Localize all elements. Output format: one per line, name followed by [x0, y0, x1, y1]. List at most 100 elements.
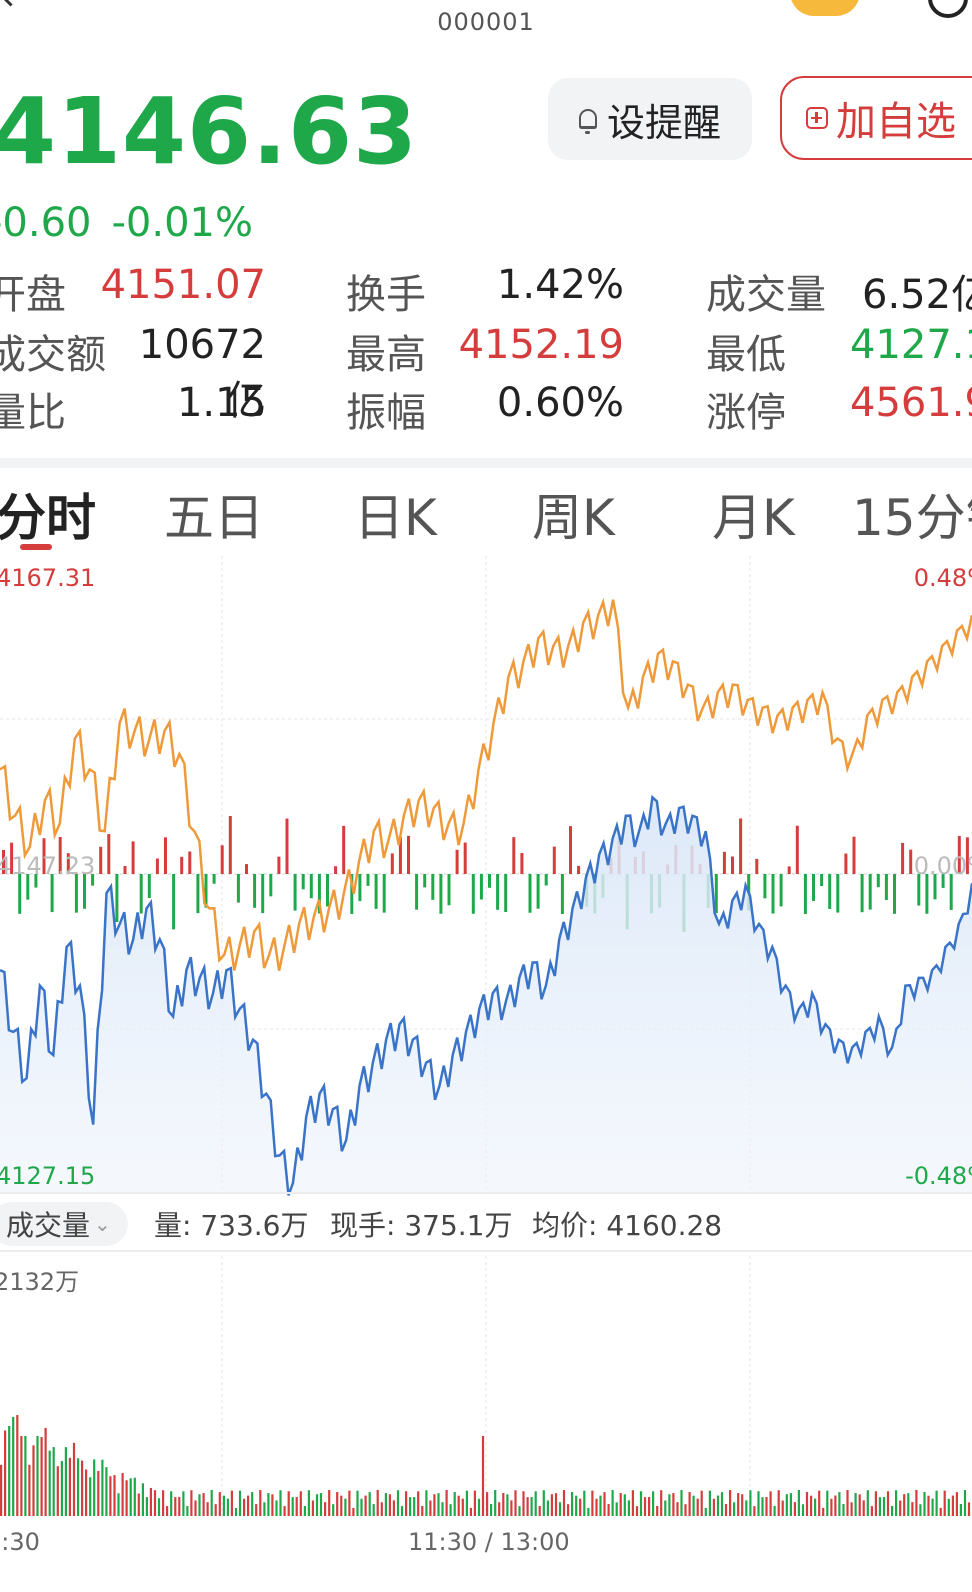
- indicator-selector[interactable]: 成交量 ⌄: [0, 1202, 128, 1246]
- volume-bar: [923, 1492, 926, 1516]
- volume-value: 量: 733.6万: [154, 1209, 309, 1242]
- mid-volume-bar: [901, 842, 905, 874]
- volume-bar: [145, 1497, 148, 1516]
- volume-bar: [429, 1500, 432, 1516]
- volume-bar: [805, 1492, 809, 1516]
- mid-volume-bar: [560, 874, 564, 914]
- volume-bar: [16, 1415, 19, 1516]
- volume-bar: [648, 1497, 651, 1516]
- volume-bar: [388, 1494, 391, 1516]
- mid-volume-bar: [577, 865, 581, 874]
- mid-volume-bar: [164, 837, 167, 874]
- volume-bar: [81, 1460, 84, 1516]
- volume-bar: [481, 1436, 485, 1516]
- volume-bar: [874, 1491, 877, 1516]
- pct-max-label: 0.48%: [913, 564, 972, 592]
- mid-volume-bar: [779, 874, 783, 907]
- volume-bar: [271, 1494, 274, 1516]
- mid-volume-bar: [415, 874, 419, 910]
- volume-bar: [109, 1476, 112, 1516]
- mid-volume-bar: [180, 856, 184, 874]
- volume-bar: [166, 1506, 169, 1516]
- back-icon[interactable]: [0, 0, 23, 7]
- volume-bar: [344, 1498, 347, 1516]
- stat-label: 开盘: [0, 272, 66, 318]
- mid-volume-bar: [155, 858, 159, 874]
- volume-bar: [911, 1502, 914, 1516]
- tab-15min[interactable]: 15分钟: [852, 478, 972, 550]
- volume-bar: [396, 1490, 400, 1516]
- volume-bar: [433, 1494, 436, 1516]
- time-mid-label: 11:30 / 13:00: [408, 1528, 570, 1556]
- mid-volume-bar: [301, 874, 305, 890]
- tab-five-day[interactable]: 五日: [164, 478, 264, 550]
- change-percent: -0.01%: [111, 200, 254, 246]
- volume-bar: [12, 1416, 15, 1516]
- volume-bar: [789, 1493, 792, 1516]
- mid-volume-bar: [285, 818, 289, 874]
- volume-bar: [765, 1497, 768, 1516]
- stat-value: 4561.95: [850, 380, 972, 426]
- stat-label: 换手: [346, 272, 426, 318]
- volume-bar: [186, 1506, 189, 1516]
- mid-volume-bar: [107, 834, 111, 874]
- volume-bar: [931, 1498, 934, 1516]
- tab-daily-k[interactable]: 日K: [354, 478, 437, 550]
- time-start-label: 9:30: [0, 1528, 40, 1556]
- mid-volume-bar: [528, 874, 532, 913]
- volume-bar: [405, 1491, 408, 1516]
- volume-bar: [733, 1502, 736, 1516]
- volume-bar: [822, 1507, 825, 1516]
- indicator-label: 成交量: [6, 1209, 91, 1242]
- tab-weekly-k[interactable]: 周K: [532, 478, 615, 550]
- volume-bar: [417, 1491, 420, 1516]
- mid-volume-bar: [439, 874, 443, 914]
- tab-intraday[interactable]: 分时: [0, 478, 96, 550]
- add-watchlist-button[interactable]: 加自选: [780, 76, 972, 160]
- volume-bar: [538, 1505, 541, 1516]
- tab-monthly-k[interactable]: 月K: [712, 478, 795, 550]
- volume-bar: [830, 1498, 833, 1516]
- volume-bar: [283, 1506, 286, 1516]
- volume-bar: [48, 1450, 51, 1516]
- volume-bar: [741, 1494, 744, 1516]
- volume-bar: [907, 1493, 910, 1516]
- volume-bar: [801, 1504, 805, 1516]
- volume-bar: [534, 1491, 537, 1516]
- volume-bar: [413, 1497, 416, 1516]
- volume-bar: [882, 1497, 886, 1516]
- volume-bar: [105, 1467, 108, 1516]
- volume-bar: [243, 1498, 246, 1516]
- volume-chart[interactable]: [0, 1256, 972, 1522]
- mid-volume-bar: [860, 874, 864, 913]
- volume-bar: [202, 1493, 205, 1516]
- set-alert-button[interactable]: 设提醒: [548, 78, 752, 160]
- volume-bar: [591, 1490, 594, 1516]
- volume-bar: [619, 1493, 622, 1516]
- volume-bar: [210, 1490, 213, 1516]
- mid-volume-bar: [293, 874, 297, 911]
- volume-bar: [712, 1498, 715, 1516]
- volume-bar: [550, 1494, 553, 1516]
- price-change: -0.60 -0.01%: [0, 200, 273, 246]
- volume-bar: [777, 1490, 780, 1516]
- volume-bar: [567, 1504, 570, 1516]
- volume-bar: [226, 1498, 229, 1516]
- volume-bar: [571, 1492, 574, 1516]
- volume-bar: [579, 1498, 582, 1516]
- mid-volume-bar: [795, 825, 799, 874]
- volume-bar: [623, 1494, 626, 1516]
- volume-bar: [919, 1504, 922, 1516]
- volume-bar: [319, 1493, 323, 1516]
- volume-bar: [607, 1504, 610, 1516]
- mid-volume-bar: [431, 874, 435, 900]
- volume-bar: [700, 1490, 703, 1516]
- volume-bar: [0, 1464, 3, 1516]
- volume-bar: [943, 1490, 946, 1516]
- volume-bar: [846, 1490, 849, 1516]
- volume-bar: [927, 1495, 930, 1516]
- volume-bar: [137, 1493, 140, 1516]
- volume-bar: [72, 1442, 76, 1516]
- mid-volume-bar: [820, 874, 824, 887]
- intraday-chart[interactable]: [0, 556, 972, 1206]
